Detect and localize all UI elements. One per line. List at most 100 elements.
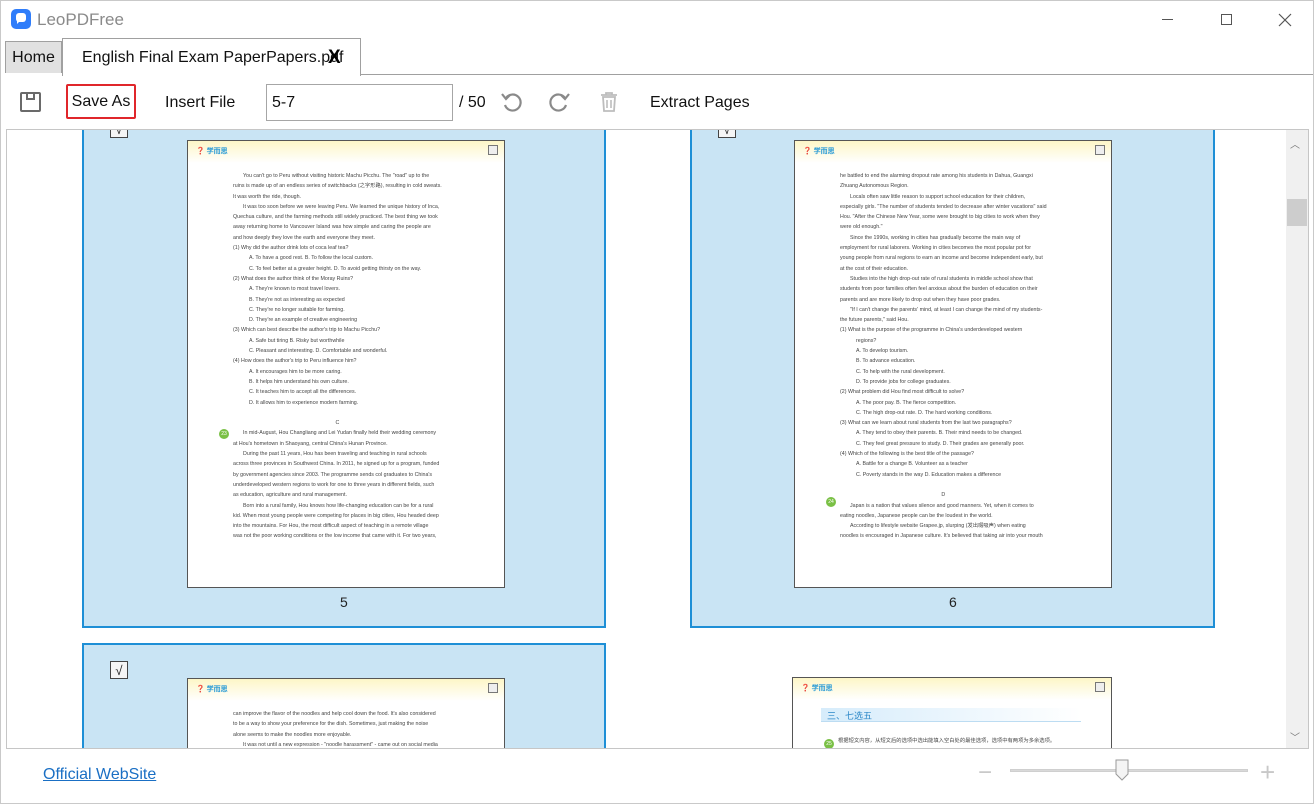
close-window-button[interactable]: [1262, 1, 1308, 38]
official-website-link[interactable]: Official WebSite: [43, 766, 156, 784]
text-line: [840, 480, 1047, 490]
text-line: young people from rural regions to earn …: [840, 255, 1043, 262]
zoom-in-icon[interactable]: +: [1260, 757, 1275, 788]
tab-home[interactable]: Home: [5, 41, 62, 73]
sheet-logo: ❓ 学而思: [803, 148, 835, 155]
tab-close-button[interactable]: X: [328, 47, 341, 69]
trash-icon[interactable]: [597, 90, 621, 114]
save-as-button[interactable]: Save As: [66, 84, 136, 119]
question-badge: 25: [824, 739, 834, 748]
question-badge: 23: [219, 429, 229, 439]
text-line: alone seems to make the noodles more enj…: [233, 731, 352, 738]
app-logo-icon: [11, 9, 31, 29]
page-checkbox[interactable]: √: [110, 661, 128, 679]
text-line: A. The poor pay. B. The fierce competiti…: [856, 399, 957, 406]
page-number: 6: [949, 594, 957, 610]
zoom-slider-handle[interactable]: [1115, 759, 1129, 781]
sheet-corner-icon: [488, 145, 498, 155]
text-line: A. It encourages him to be more caring.: [249, 368, 342, 375]
zoom-slider[interactable]: [1010, 769, 1248, 772]
text-line: employment for rural laborers. Working i…: [840, 245, 1031, 252]
text-line: (2) What problem did Hou find most diffi…: [840, 389, 965, 396]
text-line: Born into a rural family, Hou knows how …: [243, 502, 434, 509]
text-line: A. Safe but tiring B. Risky but worthwhi…: [249, 337, 345, 344]
footer: Official WebSite − +: [1, 749, 1313, 803]
text-line: You can't go to Peru without visiting hi…: [243, 173, 430, 179]
page-card-8[interactable]: ❓ 学而思 三、七选五 25 根据短文内容，从短文后的选项中选出能填入空白处的最…: [690, 643, 1215, 748]
text-line: (3) What can we learn about rural studen…: [840, 420, 1012, 427]
page-checkbox[interactable]: √: [110, 130, 128, 138]
page-thumbnail: ❓ 学而思 he battled to end the alarming dro…: [794, 140, 1112, 588]
text-line: A. They're known to most travel lovers.: [249, 286, 340, 293]
text-line: noodles is encouraged in Japanese cultur…: [840, 533, 1043, 540]
vertical-scrollbar[interactable]: ︿ ﹀: [1286, 130, 1308, 748]
scroll-up-icon[interactable]: ︿: [1290, 136, 1300, 151]
text-line: According to lifestyle website Grapee.jp…: [850, 523, 1026, 530]
text-line: students from poor families often feel a…: [840, 286, 1038, 293]
extract-pages-button[interactable]: Extract Pages: [650, 94, 750, 112]
page-viewer: √ ❓ 学而思 You can't go to Peru without vis…: [6, 129, 1309, 749]
toolbar: Save As Insert File / 50 Extract Pages: [1, 75, 1313, 129]
text-line: at Hou's hometown in Shaoyang, central C…: [233, 440, 388, 447]
save-icon[interactable]: [20, 92, 41, 112]
text-line: It was not until a new expression - "noo…: [243, 741, 438, 748]
scroll-thumb[interactable]: [1287, 199, 1307, 226]
tab-document-label: English Final Exam PaperPapers.pdf: [82, 48, 344, 66]
undo-icon[interactable]: [500, 90, 524, 114]
text-line: It was too soon before we were leaving P…: [243, 203, 440, 210]
text-line: at the cost of their education.: [840, 265, 909, 272]
text-line: (1) What is the purpose of the programme…: [840, 327, 1023, 334]
sheet-header: ❓ 学而思: [188, 679, 504, 701]
text-line: B. To advance education.: [856, 358, 916, 365]
maximize-button[interactable]: [1203, 1, 1249, 38]
maximize-icon: [1220, 14, 1232, 25]
text-line: he battled to end the alarming dropout r…: [840, 173, 1033, 179]
sheet-header: ❓ 学而思: [795, 141, 1111, 163]
sheet-header: ❓ 学而思: [188, 141, 504, 163]
page-thumbnail: ❓ 学而思 三、七选五 25 根据短文内容，从短文后的选项中选出能填入空白处的最…: [792, 677, 1112, 748]
text-line: away returning home to Vancouver Island …: [233, 224, 431, 231]
sheet-text: 根据短文内容，从短文后的选项中选出能填入空白处的最佳选项，选项中有两项为多余选项…: [838, 736, 1055, 746]
text-line: ruins is made up of an endless series of…: [233, 183, 442, 190]
text-line: [233, 408, 442, 418]
scroll-down-icon[interactable]: ﹀: [1290, 729, 1300, 744]
minimize-icon: [1161, 19, 1173, 20]
text-line: D. They're an example of creative engine…: [249, 317, 358, 324]
tab-document[interactable]: English Final Exam PaperPapers.pdf X: [62, 38, 361, 76]
text-line: were old enough.": [840, 224, 883, 231]
text-line: (4) Which of the following is the best t…: [840, 451, 974, 458]
page-range-input[interactable]: [266, 84, 453, 121]
text-line: Since the 1990s, working in cities has g…: [850, 234, 1021, 241]
text-line: Hou. "After the Chinese New Year, some w…: [840, 214, 1040, 221]
app-title: LeoPDFree: [37, 10, 124, 29]
text-line: can improve the flavor of the noodles an…: [233, 711, 436, 717]
sheet-header: ❓ 学而思: [793, 678, 1111, 700]
tab-strip: Home English Final Exam PaperPapers.pdf …: [1, 38, 1313, 76]
text-line: Japan is a nation that values silence an…: [850, 502, 1034, 509]
page-card-7[interactable]: √ ❓ 学而思 can improve the flavor of the no…: [82, 643, 606, 748]
sheet-text: he battled to end the alarming dropout r…: [840, 171, 1047, 542]
text-line: B. They're not as interesting as expecte…: [249, 296, 345, 303]
text-line: B. It helps him understand his own cultu…: [249, 378, 349, 385]
page-thumbnail: ❓ 学而思 You can't go to Peru without visit…: [187, 140, 505, 588]
text-line: Locals often saw little reason to suppor…: [850, 193, 1026, 200]
text-line: (2) What does the author think of the Mo…: [233, 275, 354, 282]
page-card-5[interactable]: √ ❓ 学而思 You can't go to Peru without vis…: [82, 130, 606, 628]
text-line: into the mountains. For Hou, the most di…: [233, 523, 429, 530]
page-number: 5: [340, 594, 348, 610]
minimize-button[interactable]: [1144, 1, 1190, 38]
sheet-logo: ❓ 学而思: [801, 685, 833, 692]
text-line: C. Poverty stands in the way D. Educatio…: [856, 471, 1002, 478]
insert-file-button[interactable]: Insert File: [165, 94, 235, 112]
text-line: 根据短文内容，从短文后的选项中选出能填入空白处的最佳选项，选项中有两项为多余选项…: [838, 738, 1056, 744]
sheet-logo: ❓ 学而思: [196, 148, 228, 155]
sheet-logo: ❓ 学而思: [196, 686, 228, 693]
zoom-out-icon[interactable]: −: [978, 759, 992, 787]
page-checkbox[interactable]: √: [718, 130, 736, 138]
redo-icon[interactable]: [547, 90, 571, 114]
close-icon: [1278, 13, 1292, 26]
text-line: regions?: [856, 337, 877, 344]
page-card-6[interactable]: √ ❓ 学而思 he battled to end the alarming d…: [690, 130, 1215, 628]
text-line: D: [941, 492, 946, 499]
text-line: across three provinces in Southwest Chin…: [233, 461, 440, 468]
